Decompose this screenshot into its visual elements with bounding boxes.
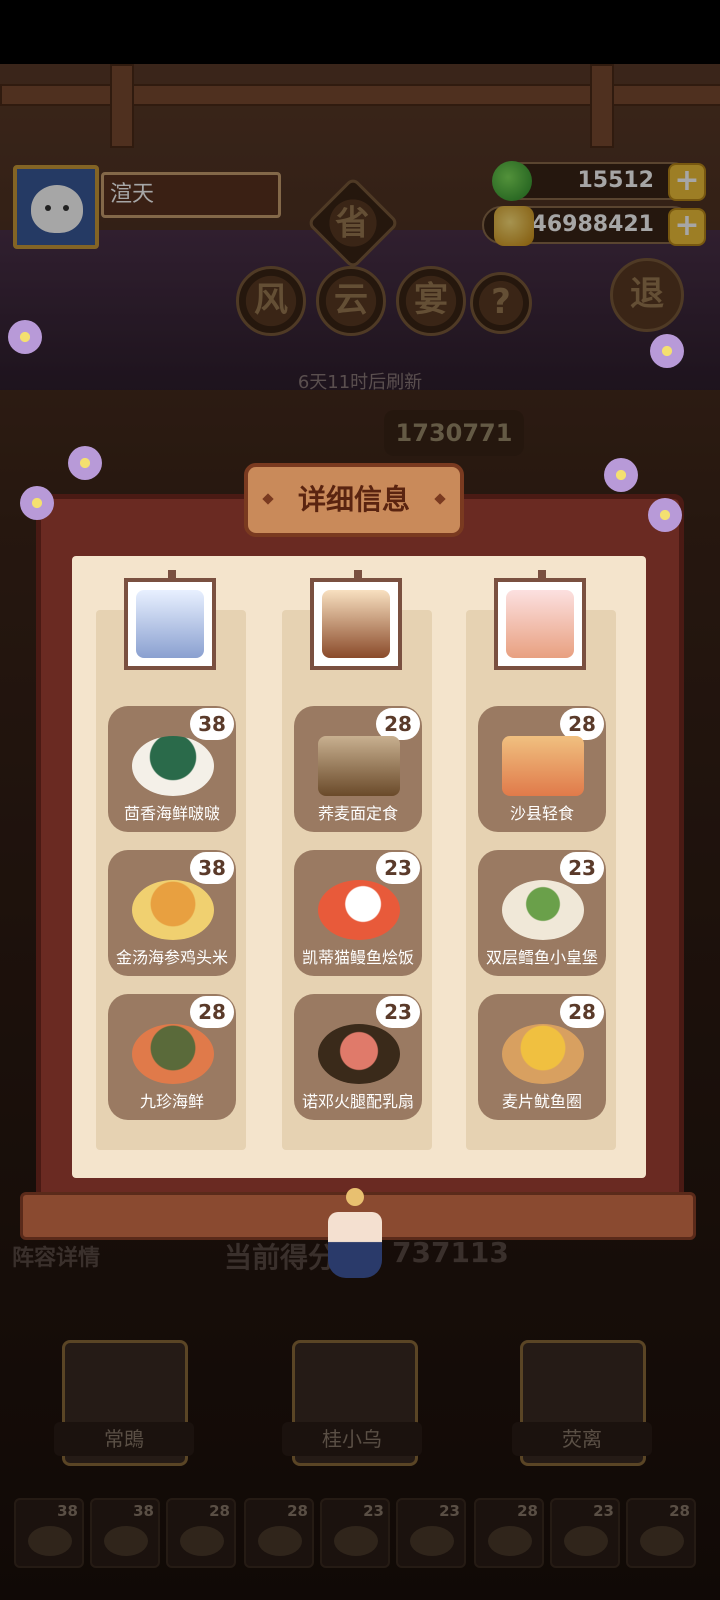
- dish-image: [318, 880, 400, 940]
- dish-count: 28: [560, 996, 604, 1028]
- flower-decoration: [604, 458, 638, 492]
- flower-decoration: [68, 446, 102, 480]
- dish-image: [502, 1024, 584, 1084]
- dish-name: 九珍海鲜: [139, 1092, 204, 1111]
- dish-card[interactable]: 38 茴香海鲜啵啵: [108, 706, 236, 832]
- dish-image: [132, 880, 214, 940]
- dish-name: 沙县轻食: [509, 804, 574, 823]
- dish-card[interactable]: 38 金汤海参鸡头米: [108, 850, 236, 976]
- dish-card[interactable]: 28 九珍海鲜: [108, 994, 236, 1120]
- hero-portrait[interactable]: [494, 570, 586, 670]
- dish-name: 金汤海参鸡头米: [115, 948, 228, 967]
- game-screen: 渲天 15512 + 46988421 + 省 风 云 宴 ? 退 6天11时后…: [0, 0, 720, 1600]
- dish-image: [318, 736, 400, 796]
- dish-count: 23: [376, 996, 420, 1028]
- dish-card[interactable]: 28 麦片鱿鱼圈: [478, 994, 606, 1120]
- flower-decoration: [8, 320, 42, 354]
- dish-count: 38: [190, 852, 234, 884]
- dish-image: [318, 1024, 400, 1084]
- flower-decoration: [648, 498, 682, 532]
- flower-decoration: [20, 486, 54, 520]
- dish-count: 28: [190, 996, 234, 1028]
- dish-count: 23: [560, 852, 604, 884]
- dish-image: [132, 736, 214, 796]
- dish-image: [502, 736, 584, 796]
- dish-name: 诺邓火腿配乳扇: [301, 1092, 414, 1111]
- flower-decoration: [650, 334, 684, 368]
- dish-image: [502, 880, 584, 940]
- dish-name: 凯蒂猫鳗鱼烩饭: [301, 948, 414, 967]
- hero-portrait[interactable]: [310, 570, 402, 670]
- dish-image: [132, 1024, 214, 1084]
- dish-name: 荞麦面定食: [317, 804, 398, 823]
- tassel-ornament: [322, 1188, 388, 1278]
- dish-card[interactable]: 23 凯蒂猫鳗鱼烩饭: [294, 850, 422, 976]
- dish-card[interactable]: 28 荞麦面定食: [294, 706, 422, 832]
- dish-name: 茴香海鲜啵啵: [123, 804, 220, 823]
- dish-count: 23: [376, 852, 420, 884]
- dish-name: 麦片鱿鱼圈: [501, 1092, 582, 1111]
- dish-card[interactable]: 28 沙县轻食: [478, 706, 606, 832]
- dish-count: 38: [190, 708, 234, 740]
- dish-card[interactable]: 23 双层鳕鱼小皇堡: [478, 850, 606, 976]
- dish-card[interactable]: 23 诺邓火腿配乳扇: [294, 994, 422, 1120]
- dish-name: 双层鳕鱼小皇堡: [485, 948, 598, 967]
- hero-portrait[interactable]: [124, 570, 216, 670]
- modal-title: 详细信息: [244, 463, 464, 537]
